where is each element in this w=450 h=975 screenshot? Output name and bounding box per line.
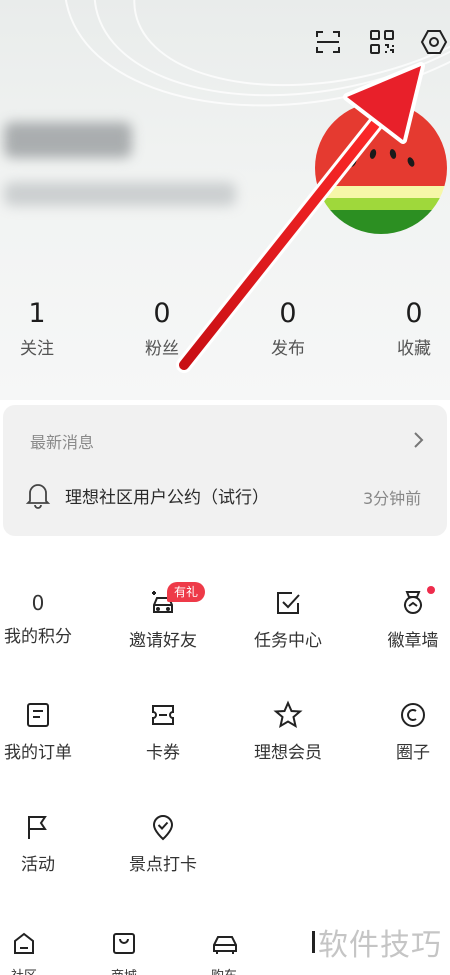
stat-following-value: 1: [28, 298, 46, 329]
points-label: 我的积分: [4, 627, 72, 647]
grid-item-coupons[interactable]: 卡券: [107, 700, 219, 780]
membership-label: 理想会员: [254, 743, 322, 763]
settings-icon[interactable]: [418, 26, 450, 58]
medal-icon: [398, 588, 428, 618]
username-blurred: [4, 122, 132, 158]
grid-item-invite[interactable]: 有礼 邀请好友: [107, 582, 219, 668]
watermark: 软件技巧: [318, 928, 442, 963]
circles-label: 圈子: [396, 743, 430, 763]
invite-gift-badge: 有礼: [167, 582, 206, 602]
user-id-blurred: [4, 182, 236, 206]
grid-item-checkin[interactable]: 景点打卡: [107, 812, 219, 892]
partial-nav-icon: [312, 931, 315, 953]
notification-dot: [427, 586, 435, 594]
profile-stats: 1 关注 0 粉丝 0 发布 0 收藏: [0, 296, 450, 366]
grid-item-membership[interactable]: 理想会员: [232, 700, 344, 780]
nav-mall-label: 商城: [94, 965, 154, 975]
task-check-icon: [273, 588, 303, 618]
grid-item-tasks[interactable]: 任务中心: [232, 588, 344, 668]
flag-icon: [23, 812, 53, 842]
stat-following[interactable]: 1 关注: [0, 296, 77, 359]
location-check-icon: [148, 812, 178, 842]
nav-buy-car[interactable]: 购车: [194, 929, 254, 975]
bell-icon: [25, 481, 51, 509]
nav-buy-car-label: 购车: [194, 965, 254, 975]
nav-community[interactable]: 社区: [0, 929, 54, 975]
scan-icon[interactable]: [312, 26, 344, 58]
checkin-label: 景点打卡: [129, 855, 197, 875]
bag-icon: [110, 929, 138, 957]
qr-code-icon[interactable]: [366, 26, 398, 58]
chevron-right-icon[interactable]: [411, 431, 425, 449]
car-icon: [210, 929, 238, 957]
stat-posts-value: 0: [279, 298, 297, 329]
latest-messages-header: 最新消息: [30, 433, 95, 452]
grid-item-points[interactable]: 0 我的积分: [0, 588, 94, 668]
activities-label: 活动: [21, 855, 55, 875]
avatar[interactable]: [315, 102, 447, 234]
grid-item-orders[interactable]: 我的订单: [0, 700, 94, 780]
badges-label: 徽章墙: [387, 631, 439, 651]
stat-followers-label: 粉丝: [145, 339, 179, 359]
stat-favorites-value: 0: [405, 298, 423, 329]
points-value: 0: [31, 591, 45, 615]
star-icon: [273, 700, 303, 730]
stat-following-label: 关注: [20, 339, 54, 359]
message-time: 3分钟前: [363, 489, 422, 508]
order-list-icon: [23, 700, 53, 730]
coupon-ticket-icon: [148, 700, 178, 730]
coupons-label: 卡券: [146, 743, 180, 763]
grid-item-activities[interactable]: 活动: [0, 812, 94, 892]
nav-mall[interactable]: 商城: [94, 929, 154, 975]
grid-item-badges[interactable]: 徽章墙: [357, 586, 450, 668]
latest-messages-card[interactable]: 最新消息 理想社区用户公约（试行） 3分钟前: [3, 405, 447, 536]
stat-favorites-label: 收藏: [397, 339, 431, 359]
stat-favorites[interactable]: 0 收藏: [374, 296, 450, 359]
stat-posts[interactable]: 0 发布: [248, 296, 328, 359]
stat-followers[interactable]: 0 粉丝: [122, 296, 202, 359]
tasks-label: 任务中心: [254, 631, 322, 651]
stat-followers-value: 0: [153, 298, 171, 329]
grid-item-circles[interactable]: 圈子: [357, 700, 450, 780]
stat-posts-label: 发布: [271, 339, 305, 359]
invite-label: 邀请好友: [129, 631, 197, 651]
home-icon: [10, 929, 38, 957]
message-title[interactable]: 理想社区用户公约（试行）: [65, 483, 269, 508]
nav-community-label: 社区: [0, 965, 54, 975]
circle-icon: [398, 700, 428, 730]
orders-label: 我的订单: [4, 743, 72, 763]
